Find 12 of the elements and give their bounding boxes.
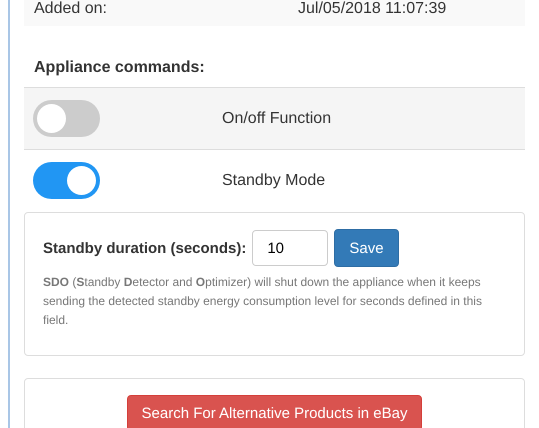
toggle-switch[interactable] [33, 100, 100, 137]
help-text: SDO (Standby Detector and Optimizer) will shut down the appliance when it keeps sending the detected standby energy consumption level for seconds defined in this field. [43, 274, 483, 329]
command-label: Standby Mode [222, 172, 326, 190]
detail-value: Jul/05/2018 11:07:39 [298, 0, 446, 18]
command-label: On/off Function [222, 110, 332, 128]
field-label: Standby duration (seconds): [43, 240, 246, 256]
search-button[interactable]: Search For Alternative Products in eBay [126, 395, 422, 428]
detail-label: Added on: [34, 0, 108, 18]
save-button[interactable]: Save [334, 229, 399, 267]
duration-input[interactable]: 10 [252, 230, 328, 266]
toggle-switch[interactable] [33, 162, 100, 199]
section-heading: Appliance commands: [33, 58, 206, 78]
